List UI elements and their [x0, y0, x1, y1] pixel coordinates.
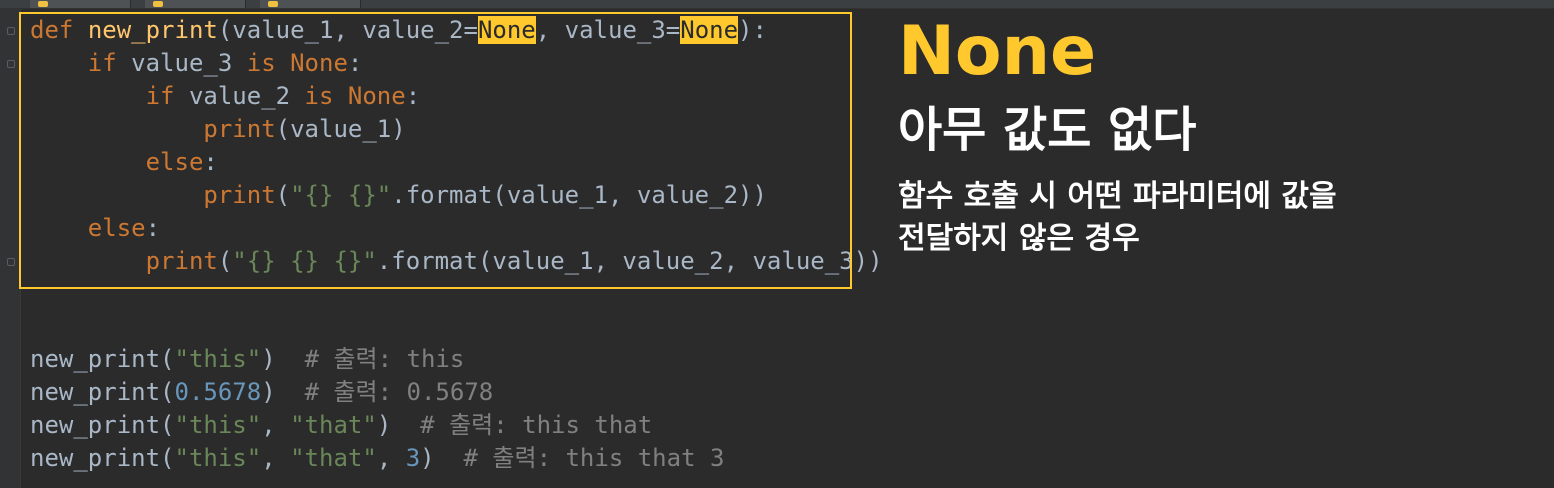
annotation-description-line: 함수 호출 시 어떤 파라미터에 값을 [898, 179, 1337, 214]
code-token: # 출력: this [304, 345, 465, 373]
fold-marker-icon[interactable] [7, 60, 15, 68]
annotation-title: None [898, 12, 1097, 91]
annotation-panel: None 아무 값도 없다 함수 호출 시 어떤 파라미터에 값을 전달하지 않… [898, 14, 1538, 260]
editor-tab[interactable] [145, 0, 246, 8]
python-file-icon [153, 1, 163, 7]
code-token: , [261, 444, 291, 472]
code-token: "that" [290, 444, 377, 472]
fold-marker-icon[interactable] [7, 27, 15, 35]
fold-marker-icon[interactable] [7, 258, 15, 266]
code-token: new_print( [30, 444, 175, 472]
code-token: ) [376, 411, 421, 439]
code-token: new_print( [30, 411, 175, 439]
code-token: "this" [174, 444, 262, 472]
code-token: ) [261, 378, 305, 406]
code-token: , [376, 444, 406, 472]
code-token: 0.5678 [174, 378, 262, 406]
code-line[interactable]: new_print("this") # 출력: this [30, 343, 724, 376]
code-token: "that" [290, 411, 377, 439]
code-line[interactable]: new_print("this", "that") # 출력: this tha… [30, 409, 724, 442]
annotation-description-line: 전달하지 않은 경우 [898, 221, 1140, 256]
code-token: , [261, 411, 291, 439]
code-token: new_print( [30, 378, 175, 406]
python-file-icon [38, 1, 48, 7]
code-token: # 출력: 0.5678 [304, 378, 494, 406]
editor-tab[interactable] [30, 0, 131, 8]
editor-tab[interactable] [260, 0, 361, 8]
code-token: # 출력: this that [420, 411, 653, 439]
annotation-subtitle: 아무 값도 없다 [898, 102, 1197, 158]
function-highlight-box [19, 12, 852, 289]
usage-examples-code[interactable]: new_print("this") # 출력: this new_print(0.… [30, 343, 724, 475]
code-token: ) [420, 444, 464, 472]
code-token: ) [261, 345, 305, 373]
code-line[interactable]: new_print(0.5678) # 출력: 0.5678 [30, 376, 724, 409]
code-token: new_print( [30, 345, 175, 373]
annotation-description: 함수 호출 시 어떤 파라미터에 값을 전달하지 않은 경우 [898, 176, 1538, 260]
code-token: "this" [174, 411, 262, 439]
editor-tab-bar [0, 0, 1554, 9]
python-file-icon [268, 1, 278, 7]
code-token: 3 [405, 444, 421, 472]
code-token: "this" [174, 345, 262, 373]
code-token: # 출력: this that 3 [463, 444, 725, 472]
editor-gutter [0, 9, 21, 488]
code-line[interactable]: new_print("this", "that", 3) # 출력: this … [30, 442, 724, 475]
